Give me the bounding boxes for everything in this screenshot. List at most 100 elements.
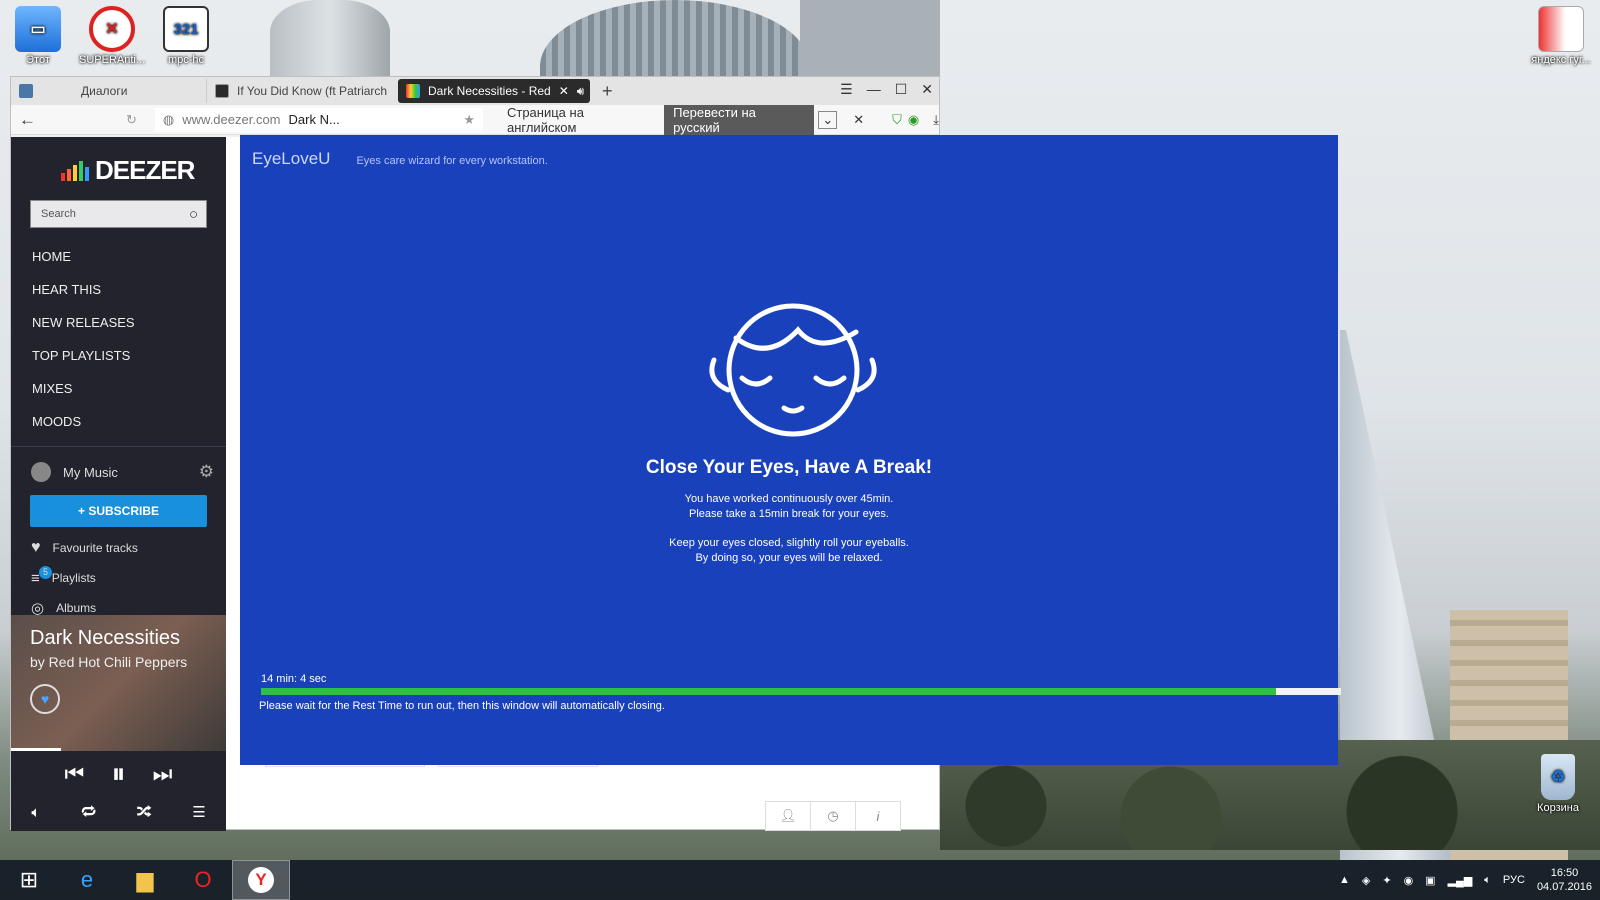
wallpaper-building bbox=[540, 0, 810, 80]
minimize-button[interactable]: — bbox=[867, 81, 881, 98]
app-brand: EyeLoveU bbox=[252, 149, 331, 168]
rest-progress-fill bbox=[261, 688, 1277, 695]
equalizer-logo-icon bbox=[61, 160, 89, 181]
maximize-button[interactable]: ☐ bbox=[895, 81, 908, 98]
volume-icon[interactable]: 🔈︎ bbox=[31, 804, 40, 821]
windows-logo-icon: ⊞ bbox=[19, 867, 39, 892]
queue-icon[interactable]: ☰ bbox=[192, 803, 205, 821]
reload-icon[interactable]: ↻ bbox=[126, 112, 137, 128]
address-bar: ← ↻ ◍ www.deezer.com Dark N... ★ Страниц… bbox=[11, 101, 939, 138]
search-icon[interactable]: ○ bbox=[189, 206, 198, 223]
new-tab-button[interactable]: + bbox=[602, 81, 613, 102]
desktop-icon-mpc-hc[interactable]: 321 mpc-hc bbox=[150, 0, 222, 66]
playlists-link[interactable]: ≡ 5 Playlists bbox=[11, 563, 226, 593]
folder-icon: ▆ bbox=[136, 867, 154, 892]
download-icon[interactable]: ⤓ bbox=[933, 112, 939, 128]
playlists-count-badge: 5 bbox=[39, 565, 52, 579]
close-translate-icon[interactable]: ✕ bbox=[853, 112, 864, 128]
yandex-icon: Y bbox=[248, 867, 274, 893]
tab-dialogs[interactable]: Диалоги bbox=[11, 79, 206, 103]
page-language-label: Страница на английском bbox=[506, 104, 584, 135]
tray-app-icon[interactable]: ◉ bbox=[1404, 874, 1414, 887]
close-tab-icon[interactable]: ✕ bbox=[559, 84, 569, 98]
nav-item-moods[interactable]: MOODS bbox=[11, 405, 226, 438]
desktop-icon-recycle-bin[interactable]: ♻ Корзина bbox=[1522, 748, 1594, 814]
nav-item-mixes[interactable]: MIXES bbox=[11, 372, 226, 405]
gear-icon[interactable]: ⚙ bbox=[199, 462, 214, 482]
desktop-icon-this-pc[interactable]: ▭ Этот bbox=[2, 0, 74, 66]
repeat-icon[interactable]: 🔁︎ bbox=[81, 801, 96, 823]
nav-item-hear-this[interactable]: HEAR THIS bbox=[11, 273, 226, 306]
start-button[interactable]: ⊞ bbox=[0, 860, 58, 900]
track-artist[interactable]: by Red Hot Chili Peppers bbox=[30, 654, 207, 670]
wait-message: Please wait for the Rest Time to run out… bbox=[259, 700, 665, 712]
network-signal-icon[interactable]: ▂▄▆ bbox=[1448, 874, 1473, 887]
taskbar-internet-explorer[interactable]: e bbox=[58, 860, 116, 900]
search-input[interactable]: Search ○ bbox=[30, 200, 207, 228]
deezer-favicon-icon bbox=[215, 84, 229, 98]
computer-icon: ▭ bbox=[15, 6, 61, 52]
shuffle-icon[interactable]: 🔀︎ bbox=[137, 801, 152, 823]
tray-app-icon[interactable]: ▣ bbox=[1425, 874, 1435, 887]
internet-explorer-icon: e bbox=[80, 867, 94, 892]
wallpaper-building bbox=[800, 0, 940, 80]
pause-icon[interactable]: ⏸ bbox=[111, 758, 125, 791]
desktop-icon-superantispyware[interactable]: ✕ SUPERAnti... bbox=[76, 0, 148, 66]
language-indicator[interactable]: РУС bbox=[1503, 874, 1525, 886]
extension-icon[interactable]: ◉ bbox=[908, 112, 919, 128]
menu-icon[interactable]: ☰ bbox=[840, 81, 853, 98]
deezer-favicon-icon bbox=[406, 84, 420, 98]
heart-icon: ♥ bbox=[31, 539, 41, 556]
desktop-icon-yandex[interactable]: яндекс.гуг... bbox=[1524, 0, 1598, 66]
adblock-shield-icon[interactable]: ⛉ bbox=[892, 112, 902, 128]
next-track-icon[interactable]: ⏭ bbox=[153, 761, 173, 787]
deezer-logo[interactable]: DEEZER bbox=[61, 155, 226, 186]
nav-item-top-playlists[interactable]: TOP PLAYLISTS bbox=[11, 339, 226, 372]
info-icon[interactable]: i bbox=[856, 802, 900, 830]
subscribe-button[interactable]: + SUBSCRIBE bbox=[30, 495, 207, 527]
clock[interactable]: 16:50 04.07.2016 bbox=[1537, 866, 1592, 894]
track-title[interactable]: Dark Necessities bbox=[30, 627, 207, 650]
friends-icon[interactable]: 👤︎ bbox=[766, 802, 811, 830]
document-icon bbox=[1538, 6, 1584, 52]
now-playing-panel: Dark Necessities by Red Hot Chili Pepper… bbox=[11, 615, 226, 751]
taskbar-opera[interactable]: O bbox=[174, 860, 232, 900]
taskbar-file-explorer[interactable]: ▆ bbox=[116, 860, 174, 900]
nav-item-new-releases[interactable]: NEW RELEASES bbox=[11, 306, 226, 339]
system-tray: ▲ ◈ ✦ ◉ ▣ ▂▄▆ 🔈︎ РУС 16:50 04.07.2016 bbox=[1339, 860, 1592, 900]
tray-app-icon[interactable]: ✦ bbox=[1382, 874, 1391, 887]
history-clock-icon[interactable]: ◷ bbox=[811, 802, 856, 830]
like-button[interactable]: ♥ bbox=[30, 684, 60, 714]
divider bbox=[11, 446, 226, 447]
previous-track-icon[interactable]: ⏮ bbox=[65, 761, 85, 787]
tab-dark-necessities[interactable]: Dark Necessities - Red ✕ 🔊︎ bbox=[398, 79, 590, 103]
opera-icon: O bbox=[194, 867, 212, 892]
taskbar-yandex-browser[interactable]: Y bbox=[232, 860, 290, 900]
chevron-down-icon[interactable]: ⌄ bbox=[818, 110, 838, 129]
back-arrow-icon[interactable]: ← bbox=[19, 110, 36, 130]
my-music-link[interactable]: My Music ⚙ bbox=[11, 455, 226, 489]
nav-item-home[interactable]: HOME bbox=[11, 240, 226, 273]
close-window-button[interactable]: ✕ bbox=[921, 81, 933, 98]
translate-button[interactable]: Перевести на русский bbox=[664, 101, 815, 138]
taskbar: ⊞ e ▆ O Y ▲ ◈ ✦ ◉ ▣ ▂▄▆ 🔈︎ РУС 16:50 04.… bbox=[0, 860, 1600, 900]
wallpaper-building bbox=[270, 0, 390, 80]
bookmark-star-icon[interactable]: ★ bbox=[463, 112, 475, 128]
player-controls: ⏮ ⏸ ⏭ 🔈︎ 🔁︎ 🔀︎ ☰ bbox=[11, 751, 226, 831]
sleeping-face-icon bbox=[709, 303, 877, 437]
favourite-tracks-link[interactable]: ♥ Favourite tracks bbox=[11, 533, 226, 563]
avatar bbox=[31, 462, 51, 482]
speaker-icon: 🔊︎ bbox=[576, 83, 585, 98]
tray-app-icon[interactable]: ◈ bbox=[1362, 874, 1370, 887]
show-hidden-icons-chevron[interactable]: ▲ bbox=[1339, 874, 1350, 886]
main-nav: HOME HEAR THIS NEW RELEASES TOP PLAYLIST… bbox=[11, 240, 226, 438]
deezer-sidebar: DEEZER Search ○ HOME HEAR THIS NEW RELEA… bbox=[11, 137, 226, 831]
chat-icon bbox=[19, 84, 33, 98]
recycle-bin-icon: ♻ bbox=[1541, 754, 1575, 800]
tab-if-you-did-know[interactable]: If You Did Know (ft Patriarch bbox=[206, 79, 398, 103]
bottom-toolbar: 👤︎ ◷ i bbox=[765, 801, 901, 831]
volume-tray-icon[interactable]: 🔈︎ bbox=[1484, 874, 1491, 887]
rest-progress-bar bbox=[261, 688, 1341, 695]
url-field[interactable]: ◍ www.deezer.com Dark N... ★ bbox=[154, 107, 483, 132]
app-tagline: Eyes care wizard for every workstation. bbox=[356, 155, 548, 167]
